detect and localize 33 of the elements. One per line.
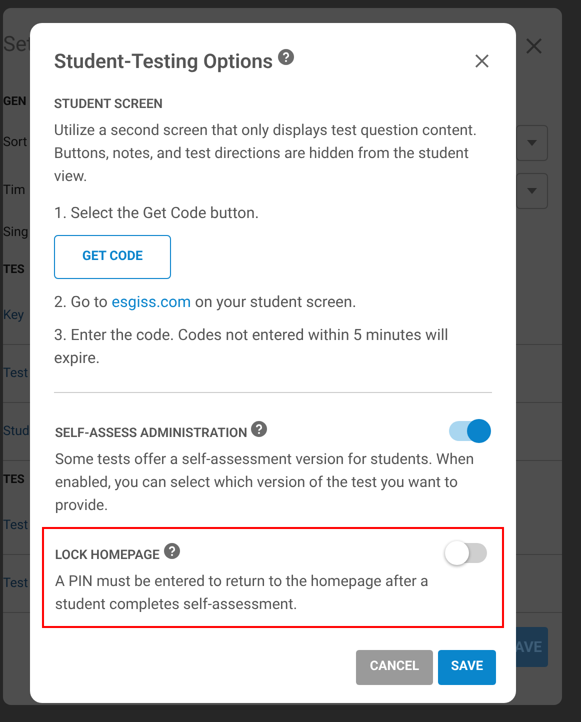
- section-description: Utilize a second screen that only displays test question content. Buttons, notes, and test directions are hidden from the student view.: [54, 120, 478, 186]
- help-icon[interactable]: [164, 542, 180, 558]
- setting-link[interactable]: Key: [3, 306, 24, 326]
- save-button[interactable]: SAVE: [438, 650, 496, 684]
- cancel-button[interactable]: CANCEL: [356, 650, 433, 684]
- section-heading: GEN: [3, 93, 26, 110]
- dialog-title: Student-Testing Options: [54, 49, 273, 73]
- setting-label: Sing: [3, 224, 28, 242]
- setting-link[interactable]: Test: [3, 574, 28, 594]
- step-text: 3. Enter the code. Codes not entered within 5 minutes will expire.: [54, 324, 450, 368]
- section-heading: TES: [3, 261, 25, 278]
- setting-heading: LOCK HOMEPAGE: [55, 546, 160, 564]
- get-code-button[interactable]: GET CODE: [54, 234, 171, 278]
- setting-label: Tim: [3, 182, 26, 200]
- setting-description: Some tests offer a self-assessment version for students. When enabled, you can select which version of the test you want to provide.: [55, 448, 475, 516]
- help-icon[interactable]: [251, 420, 268, 436]
- setting-link[interactable]: Stud: [3, 422, 30, 442]
- caret-icon: [527, 140, 537, 146]
- setting-link[interactable]: Test: [3, 364, 28, 384]
- setting-link[interactable]: Test: [3, 516, 28, 536]
- step-text: on your student screen.: [194, 292, 356, 312]
- step-text: 1. Select the Get Code button.: [54, 202, 260, 224]
- help-icon[interactable]: [278, 49, 294, 65]
- setting-description: A PIN must be entered to return to the homepage after a student completes self-assessment.: [55, 570, 430, 614]
- close-button[interactable]: [475, 54, 489, 68]
- website-link[interactable]: esgiss.com: [112, 290, 191, 314]
- section-heading: STUDENT SCREEN: [54, 96, 164, 114]
- section-heading: TES: [3, 471, 25, 488]
- caret-icon: [527, 188, 537, 194]
- close-icon: [475, 54, 489, 68]
- step-text: 2. Go to: [54, 292, 108, 312]
- setting-label: Sort: [3, 134, 28, 152]
- setting-heading: SELF-ASSESS ADMINISTRATION: [55, 424, 248, 442]
